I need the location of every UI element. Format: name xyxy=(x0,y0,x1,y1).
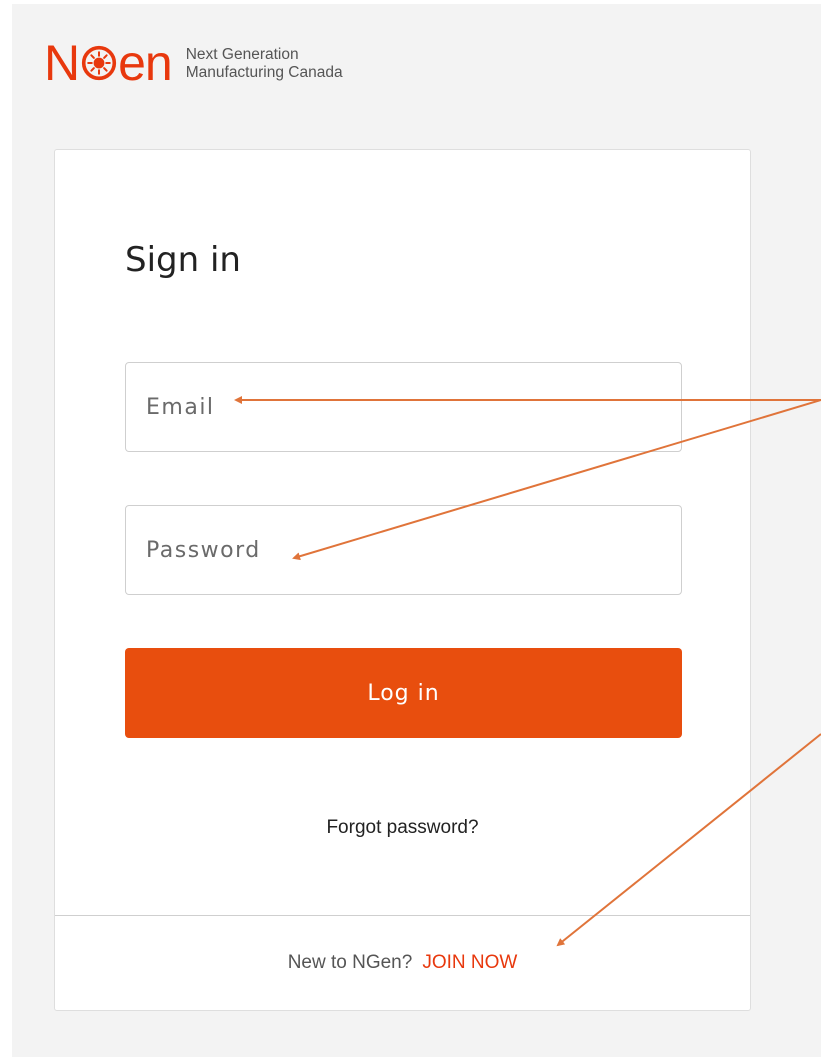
tagline-line-1: Next Generation xyxy=(185,46,299,63)
divider xyxy=(55,915,750,916)
login-button[interactable]: Log in xyxy=(125,648,682,738)
logo-wordmark: N en xyxy=(44,35,173,91)
logo-letter-n: N xyxy=(44,35,80,91)
signup-prompt: New to NGen? xyxy=(287,952,413,973)
gear-burst-icon xyxy=(82,45,117,81)
join-now-link[interactable]: JOIN NOW xyxy=(422,952,517,973)
page-title: Sign in xyxy=(125,240,241,280)
ngen-logo[interactable]: N en Next Generation Manufacturing Canad… xyxy=(44,38,343,88)
forgot-password-link[interactable]: Forgot password? xyxy=(55,817,750,839)
signup-row: New to NGen? JOIN NOW xyxy=(55,952,750,974)
logo-letters-en: en xyxy=(118,35,173,91)
sign-in-card: Sign in Log in Forgot password? New to N… xyxy=(54,149,751,1011)
password-field[interactable] xyxy=(125,505,682,595)
email-field[interactable] xyxy=(125,362,682,452)
logo-tagline: Next Generation Manufacturing Canada xyxy=(186,46,343,82)
tagline-line-2: Manufacturing Canada xyxy=(185,64,343,81)
